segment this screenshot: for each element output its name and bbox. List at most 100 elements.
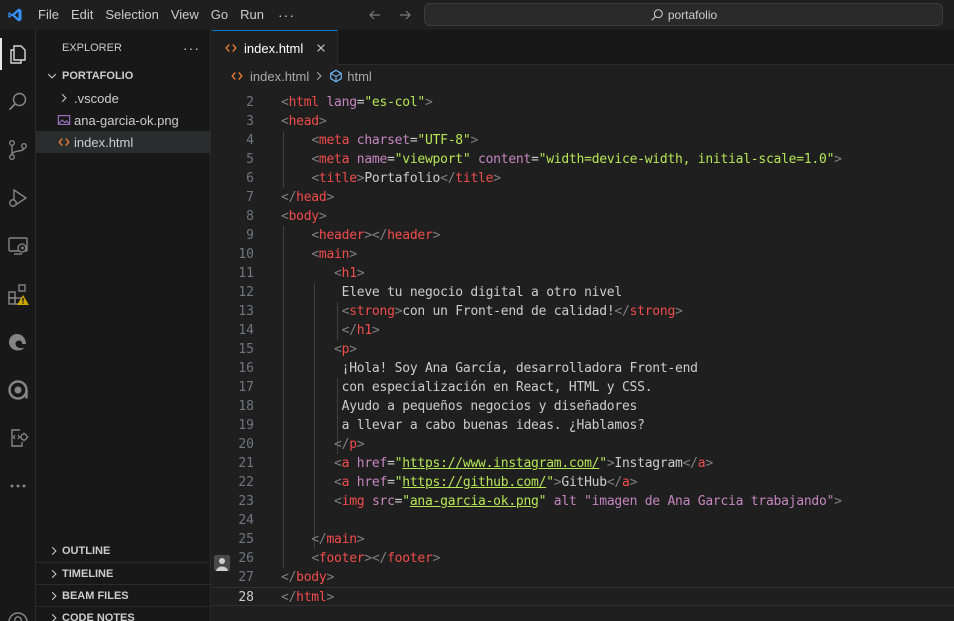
chevron-down-icon [44, 68, 60, 84]
folder-portafolio[interactable]: PORTAFOLIO [36, 65, 210, 87]
section-label: OUTLINE [62, 545, 111, 557]
live-share-icon[interactable] [0, 418, 36, 458]
html-file-icon [56, 134, 72, 150]
code-text: </h1> [341, 323, 380, 338]
account-icon[interactable] [0, 602, 36, 621]
more-views-icon[interactable] [0, 466, 36, 506]
line-number: 18 [238, 399, 254, 414]
code-line: 6 <title>Portafolio</title> [212, 169, 954, 188]
menu-go[interactable]: Go [205, 0, 234, 30]
close-icon[interactable] [313, 40, 329, 56]
explorer-icon[interactable] [0, 34, 36, 74]
line-number: 4 [246, 133, 254, 148]
symbol-element-icon [330, 69, 343, 83]
line-number: 3 [246, 114, 254, 129]
line-number: 2 [246, 95, 254, 110]
line-number: 11 [238, 266, 254, 281]
forward-arrow-icon[interactable] [396, 6, 414, 24]
menu-selection[interactable]: Selection [99, 0, 164, 30]
command-center-label: portafolio [667, 7, 718, 22]
activity-bar [0, 30, 36, 621]
folder-label: PORTAFOLIO [62, 70, 134, 82]
chevron-right-icon [46, 588, 62, 604]
run-and-debug-icon[interactable] [0, 178, 36, 218]
code-line: 27 </body> [212, 568, 954, 587]
line-number: 13 [238, 304, 254, 319]
menu-edit[interactable]: Edit [65, 0, 99, 30]
code-text: <main> [311, 247, 357, 262]
section-beam-files[interactable]: BEAM FILES [36, 584, 211, 606]
code-line: 20 </p> [212, 435, 954, 454]
line-number: 16 [238, 361, 254, 376]
code-text: <p> [334, 342, 357, 357]
edge-browser-icon[interactable] [0, 322, 36, 362]
code-text: </body> [281, 570, 335, 585]
tree-item-png[interactable]: ana-garcia-ok.png [36, 109, 210, 131]
search-icon[interactable] [0, 82, 36, 122]
code-text: </p> [334, 437, 365, 452]
line-number: 12 [238, 285, 254, 300]
command-center-search[interactable]: portafolio [424, 3, 943, 26]
editor-tabs: index.html [212, 30, 954, 65]
section-outline[interactable]: OUTLINE [36, 540, 211, 562]
code-text: a llevar a cabo buenas ideas. ¿Hablamos? [341, 418, 645, 433]
line-number: 6 [246, 171, 254, 186]
code-text: Eleve tu negocio digital a otro nivel [341, 285, 623, 300]
chevron-right-icon [46, 610, 62, 621]
code-line: 18 Ayudo a pequeños negocios y diseñador… [212, 397, 954, 416]
section-timeline[interactable]: TIMELINE [36, 562, 211, 584]
code-line: 22 <a href="https://github.com/">GitHub<… [212, 473, 954, 492]
tree-item-vscode[interactable]: .vscode [36, 87, 210, 109]
code-line: 8 <body> [212, 207, 954, 226]
code-text: </main> [311, 532, 365, 547]
remote-explorer-icon[interactable] [0, 226, 36, 266]
accounts-a-icon[interactable] [0, 370, 36, 410]
tab-index-html[interactable]: index.html [212, 30, 339, 65]
code-line: 4 <meta charset="UTF-8"> [212, 131, 954, 150]
code-line: 14 </h1> [212, 321, 954, 340]
editor-area: index.html index.html html 2 <html lang="… [212, 30, 954, 621]
explorer-sidebar: EXPLORER ··· PORTAFOLIO .vscode ana-garc… [36, 30, 211, 621]
line-number: 20 [238, 437, 254, 452]
extensions-icon[interactable] [0, 274, 36, 314]
vscode-logo-icon [3, 0, 27, 30]
line-number: 22 [238, 475, 254, 490]
code-text: <a href="https://github.com/">GitHub</a> [334, 475, 638, 490]
code-text: <head> [281, 114, 327, 129]
breadcrumb: index.html html [212, 65, 954, 87]
source-control-icon[interactable] [0, 130, 36, 170]
code-line: 13 <strong>con un Front-end de calidad!<… [212, 302, 954, 321]
title-bar: File Edit Selection View Go Run ··· port… [0, 0, 954, 30]
code-text: <html lang="es-col"> [281, 95, 433, 110]
section-code-notes[interactable]: CODE NOTES [36, 606, 211, 621]
code-line: 25 </main> [212, 530, 954, 549]
menu-run[interactable]: Run [234, 0, 270, 30]
code-editor[interactable]: 2 <html lang="es-col"> 3 <head> 4 <meta ch… [212, 93, 954, 621]
code-line: 23 <img src="ana-garcia-ok.png" alt "ima… [212, 492, 954, 511]
back-arrow-icon[interactable] [366, 6, 384, 24]
section-label: CODE NOTES [62, 611, 135, 621]
code-line: 7 </head> [212, 188, 954, 207]
menu-bar: File Edit Selection View Go Run ··· [32, 0, 303, 30]
line-number: 8 [246, 209, 254, 224]
navigation-arrows [366, 0, 414, 30]
code-text: <a href="https://www.instagram.com/">Ins… [334, 456, 713, 471]
code-text: <img src="ana-garcia-ok.png" alt "imagen… [334, 494, 842, 509]
code-text: <body> [281, 209, 327, 224]
tree-item-label: .vscode [74, 90, 119, 106]
line-number: 15 [238, 342, 254, 357]
menu-file[interactable]: File [32, 0, 65, 30]
line-number: 26 [238, 551, 254, 566]
breadcrumb-symbol[interactable]: html [347, 69, 372, 84]
tree-item-label: ana-garcia-ok.png [74, 112, 179, 128]
menu-view[interactable]: View [165, 0, 205, 30]
code-line: 21 <a href="https://www.instagram.com/">… [212, 454, 954, 473]
tree-item-index-html[interactable]: index.html [36, 131, 210, 153]
menu-more-button[interactable]: ··· [270, 0, 303, 30]
code-line: 12 Eleve tu negocio digital a otro nivel [212, 283, 954, 302]
explorer-actions-button[interactable]: ··· [183, 40, 200, 56]
line-number: 14 [238, 323, 254, 338]
code-line: 17 con especialización en React, HTML y … [212, 378, 954, 397]
code-line: 2 <html lang="es-col"> [212, 93, 954, 112]
breadcrumb-file[interactable]: index.html [250, 69, 309, 84]
